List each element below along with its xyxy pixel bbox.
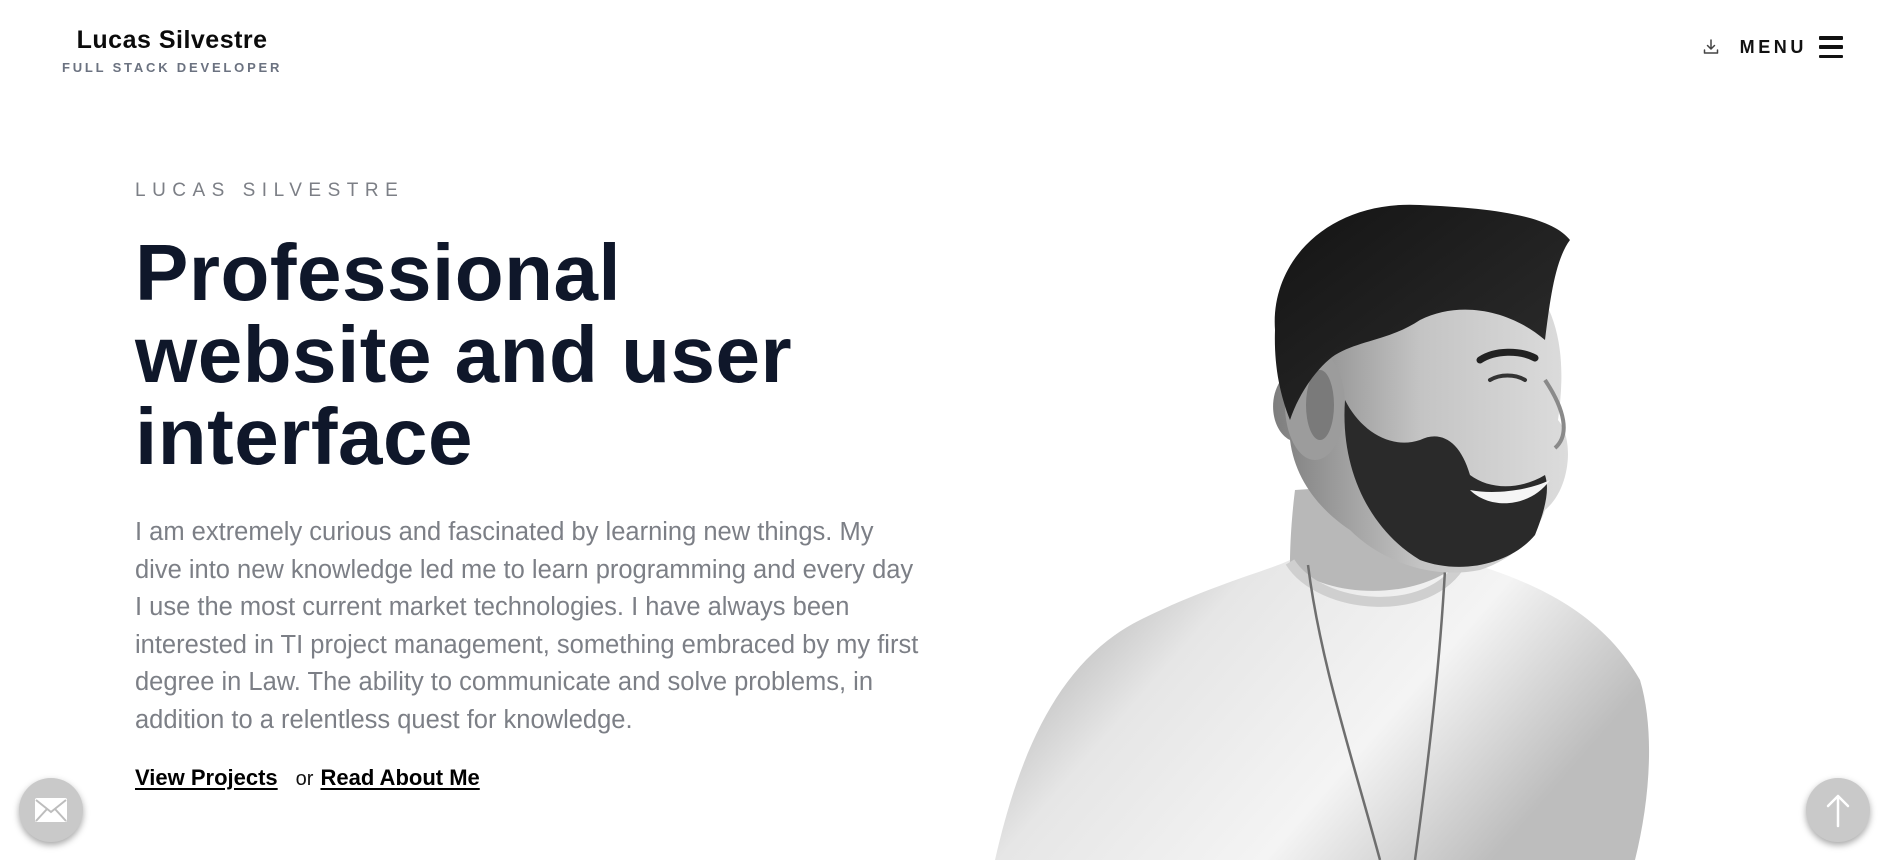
hamburger-icon [1819, 36, 1843, 58]
brand-logo[interactable]: Lucas Silvestre FULL STACK DEVELOPER [62, 26, 282, 75]
read-about-me-link[interactable]: Read About Me [320, 765, 479, 791]
download-icon [1703, 39, 1718, 54]
portrait-image [995, 204, 1650, 860]
header-actions: MENU [1700, 36, 1843, 58]
hero-bio: I am extremely curious and fascinated by… [135, 518, 919, 734]
menu-button[interactable]: MENU [1740, 36, 1843, 58]
view-projects-link[interactable]: View Projects [135, 765, 278, 791]
envelope-icon [35, 798, 67, 822]
hero-headline: Professional website and user interface [135, 228, 793, 481]
scroll-to-top-button[interactable] [1806, 778, 1870, 842]
download-button[interactable] [1700, 36, 1722, 58]
brand-name: Lucas Silvestre [76, 26, 268, 54]
arrow-up-icon [1826, 794, 1850, 828]
hero-cta: View Projects or Read About Me [135, 765, 935, 791]
menu-label: MENU [1739, 36, 1807, 57]
hero-eyebrow: LUCAS SILVESTRE [135, 180, 405, 201]
cta-separator: or [295, 767, 314, 790]
brand-role: FULL STACK DEVELOPER [62, 60, 283, 75]
contact-button[interactable] [19, 778, 83, 842]
hero-content: LUCAS SILVESTRE Professional website and… [135, 180, 935, 791]
